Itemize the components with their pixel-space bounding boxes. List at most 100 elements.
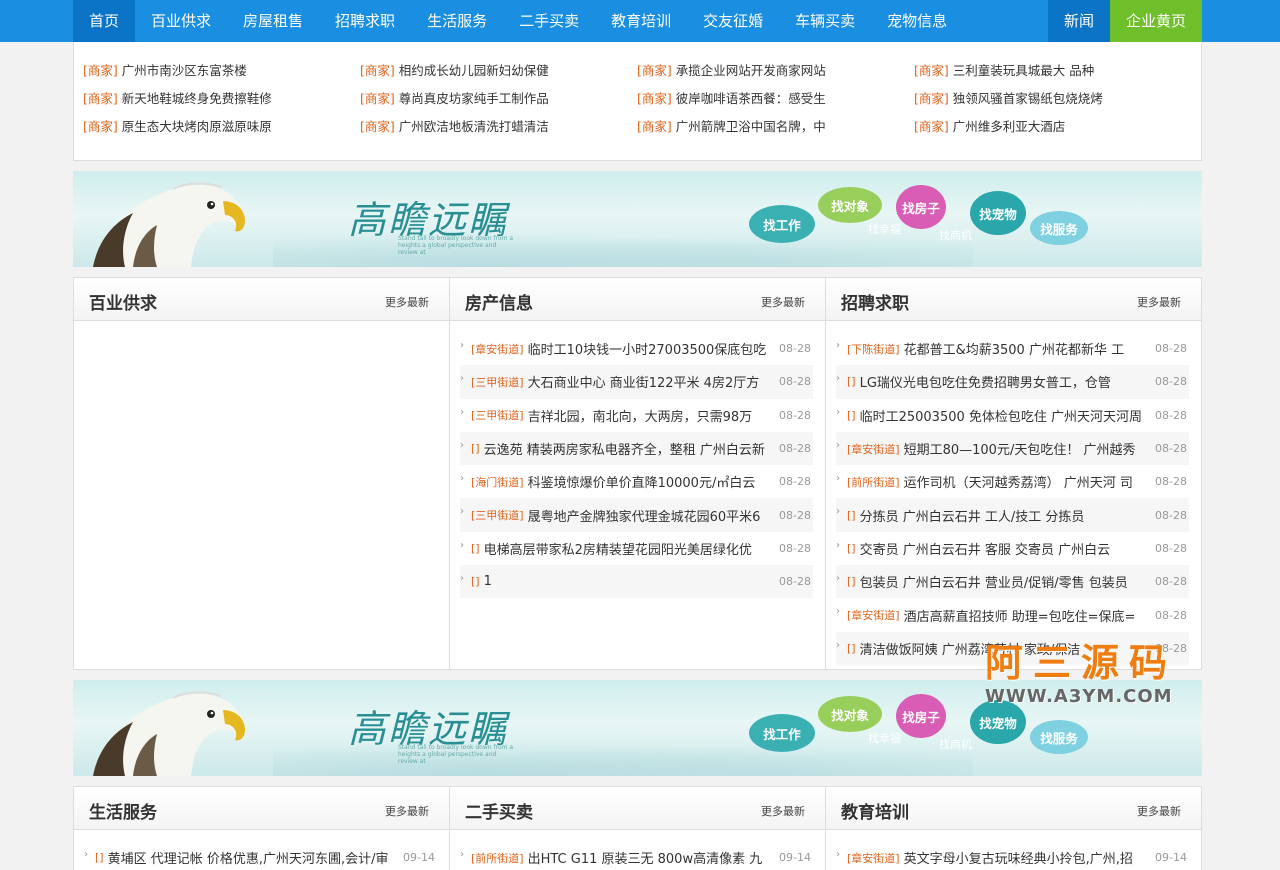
nav-item[interactable]: 宠物信息 xyxy=(871,0,963,42)
bubble-find-service[interactable]: 找服务 xyxy=(1030,211,1088,245)
eagle-image xyxy=(93,182,245,267)
list-item-date: 09-14 xyxy=(403,851,435,865)
merchant-link[interactable]: [商家] 广州市南沙区东富茶楼 xyxy=(83,61,360,81)
merchant-link[interactable]: [商家] 广州维多利亚大酒店 xyxy=(914,117,1191,137)
merchant-link[interactable]: [商家] 尊尚真皮坊家纯手工制作品 xyxy=(360,89,637,109)
banner-small-happiness: 找幸福 xyxy=(868,732,901,745)
nav-item[interactable]: 房屋租售 xyxy=(227,0,319,42)
merchant-link[interactable]: [商家] 彼岸咖啡语茶西餐：感受生 xyxy=(637,89,914,109)
bubble-find-partner[interactable]: 找对象 xyxy=(818,187,882,223)
nav-item[interactable]: 教育培训 xyxy=(595,0,687,42)
nav-item[interactable]: 交友征婚 xyxy=(687,0,779,42)
nav-item[interactable]: 车辆买卖 xyxy=(779,0,871,42)
banner-top[interactable]: 高瞻远瞩 Stand tall to broadly look down fro… xyxy=(73,171,1202,267)
list-item[interactable]: › [] 清洁做饭阿姨 广州荔湾芳村 家政/保洁 08-28 xyxy=(836,631,1189,665)
panel-title: 教育培训 xyxy=(841,803,909,823)
chevron-right-icon: › xyxy=(836,539,840,551)
list-item[interactable]: › [] 云逸苑 精装两房家私电器齐全，整租 广州白云新 08-28 xyxy=(460,431,813,466)
merchant-name: 广州维多利亚大酒店 xyxy=(952,119,1066,134)
more-link[interactable]: 更多最新 xyxy=(385,803,429,819)
list-item-tag: [三甲街道] xyxy=(471,509,524,523)
category-panel: 二手买卖 更多最新 › [前所街道] 出HTC G11 原装三无 800w高清像素 九 0… xyxy=(450,787,826,870)
panel-list: › [章安街道] 英文字母小复古玩味经典小拎包,广州,招 09-14 xyxy=(826,830,1201,870)
chevron-right-icon: › xyxy=(836,606,840,618)
list-item[interactable]: › [] 交寄员 广州白云石井 客服 交寄员 广州白云 08-28 xyxy=(836,532,1189,565)
bubble-find-service[interactable]: 找服务 xyxy=(1030,720,1088,754)
merchant-link[interactable]: [商家] 承揽企业网站开发商家网站 xyxy=(637,61,914,81)
merchant-link[interactable]: [商家] 广州箭牌卫浴中国名牌，中 xyxy=(637,117,914,137)
list-item[interactable]: › [三甲街道] 大石商业中心 商业街122平米 4房2厅方 08-28 xyxy=(460,365,813,399)
list-item-title: 出HTC G11 原装三无 800w高清像素 九 xyxy=(527,852,763,868)
list-item-date: 08-28 xyxy=(1155,608,1187,622)
list-item-tag: [] xyxy=(847,541,856,555)
merchant-name: 广州箭牌卫浴中国名牌，中 xyxy=(675,119,826,134)
nav-item[interactable]: 二手买卖 xyxy=(503,0,595,42)
chevron-right-icon: › xyxy=(460,849,464,860)
list-item[interactable]: › [] 包装员 广州白云石井 营业员/促销/零售 包装员 08-28 xyxy=(836,565,1189,599)
panel-header: 百业供求 更多最新 xyxy=(74,278,449,321)
bubble-find-job[interactable]: 找工作 xyxy=(749,205,815,243)
list-item-date: 08-28 xyxy=(779,508,811,522)
list-item-title: 云逸苑 精装两房家私电器齐全，整租 广州白云新 xyxy=(483,443,765,459)
panel-title: 生活服务 xyxy=(89,803,157,823)
list-item[interactable]: › [前所街道] 运作司机（天河越秀荔湾） 广州天河 司 08-28 xyxy=(836,465,1189,498)
bubble-find-partner[interactable]: 找对象 xyxy=(818,696,882,732)
bubble-find-pet[interactable]: 找宠物 xyxy=(970,700,1026,744)
list-item[interactable]: › [] 黄埔区 代理记帐 价格优惠,广州天河东圃,会计/审 09-14 xyxy=(84,841,437,870)
merchant-tag: [商家] xyxy=(637,91,672,106)
chevron-right-icon: › xyxy=(460,473,464,485)
merchant-link[interactable]: [商家] 广州欧洁地板清洗打蜡清洁 xyxy=(360,117,637,137)
merchant-link[interactable]: [商家] 独领风骚首家锡纸包烧烧烤 xyxy=(914,89,1191,109)
merchant-tag: [商家] xyxy=(83,91,118,106)
banner-middle[interactable]: 高瞻远瞩 Stand tall to broadly look down fro… xyxy=(73,680,1202,776)
list-item[interactable]: › [] 临时工25003500 免体检包吃住 广州天河天河周 08-28 xyxy=(836,399,1189,432)
list-item-date: 08-28 xyxy=(1155,408,1187,422)
list-item[interactable]: › [] 分拣员 广州白云石井 工人/技工 分拣员 08-28 xyxy=(836,498,1189,532)
nav-news[interactable]: 新闻 xyxy=(1047,0,1110,42)
list-item[interactable]: › [三甲街道] 吉祥北园，南北向，大两房，只需98万 08-28 xyxy=(460,399,813,432)
merchant-tag: [商家] xyxy=(914,63,949,78)
more-link[interactable]: 更多最新 xyxy=(1137,294,1181,310)
list-item-date: 08-28 xyxy=(779,442,811,456)
bubble-find-pet[interactable]: 找宠物 xyxy=(970,191,1026,235)
nav-item[interactable]: 生活服务 xyxy=(411,0,503,42)
list-item[interactable]: › [章安街道] 短期工80—100元/天包吃住！ 广州越秀 08-28 xyxy=(836,431,1189,466)
nav-yellow-pages[interactable]: 企业黄页 xyxy=(1109,0,1202,42)
list-item[interactable]: › [章安街道] 酒店高薪直招技师 助理=包吃住=保底= 08-28 xyxy=(836,598,1189,631)
bubble-find-house[interactable]: 找房子 xyxy=(896,185,946,229)
bubble-find-job[interactable]: 找工作 xyxy=(749,714,815,752)
list-item[interactable]: › [三甲街道] 晟粤地产金牌独家代理金城花园60平米6 08-28 xyxy=(460,498,813,532)
merchant-tag: [商家] xyxy=(637,119,672,134)
list-item[interactable]: › [] 1 08-28 xyxy=(460,565,813,599)
list-item[interactable]: › [章安街道] 临时工10块钱一小时27003500保底包吃 08-28 xyxy=(460,332,813,365)
list-item-date: 09-14 xyxy=(779,851,811,865)
more-link[interactable]: 更多最新 xyxy=(385,294,429,310)
merchant-name: 承揽企业网站开发商家网站 xyxy=(675,63,826,78)
list-item[interactable]: › [] LG瑞仪光电包吃住免费招聘男女普工，仓管 08-28 xyxy=(836,365,1189,399)
merchant-tag: [商家] xyxy=(914,91,949,106)
more-link[interactable]: 更多最新 xyxy=(761,294,805,310)
list-item-tag: [章安街道] xyxy=(847,851,900,865)
eagle-image xyxy=(93,691,245,776)
merchant-link[interactable]: [商家] 三利童装玩具城最大 品种 xyxy=(914,61,1191,81)
chevron-right-icon: › xyxy=(836,406,840,418)
list-item[interactable]: › [前所街道] 出HTC G11 原装三无 800w高清像素 九 09-14 xyxy=(460,841,813,870)
list-item[interactable]: › [海门街道] 科鉴境惊爆价单价直降10000元/㎡白云 08-28 xyxy=(460,465,813,498)
list-item-date: 08-28 xyxy=(1155,541,1187,555)
nav-item[interactable]: 招聘求职 xyxy=(319,0,411,42)
merchant-link[interactable]: [商家] 原生态大块烤肉原滋原味原 xyxy=(83,117,360,137)
more-link[interactable]: 更多最新 xyxy=(761,803,805,819)
more-link[interactable]: 更多最新 xyxy=(1137,803,1181,819)
merchant-link[interactable]: [商家] 相约成长幼儿园新妇幼保健 xyxy=(360,61,637,81)
list-item[interactable]: › [下陈街道] 花都普工&均薪3500 广州花都新华 工 08-28 xyxy=(836,332,1189,365)
merchant-link[interactable]: [商家] 新天地鞋城终身免费擦鞋修 xyxy=(83,89,360,109)
banner-small-business: 找商机 xyxy=(939,229,972,242)
panel-list: › [章安街道] 临时工10块钱一小时27003500保底包吃 08-28 › [三甲街道… xyxy=(450,321,825,599)
nav-item[interactable]: 百业供求 xyxy=(135,0,227,42)
panel-header: 房产信息 更多最新 xyxy=(450,278,825,321)
list-item[interactable]: › [章安街道] 英文字母小复古玩味经典小拎包,广州,招 09-14 xyxy=(836,841,1189,870)
bubble-find-house[interactable]: 找房子 xyxy=(896,694,946,738)
list-item[interactable]: › [] 电梯高层带家私2房精装望花园阳光美居绿化优 08-28 xyxy=(460,532,813,565)
nav-item[interactable]: 首页 xyxy=(73,0,136,42)
merchant-tag: [商家] xyxy=(360,91,395,106)
